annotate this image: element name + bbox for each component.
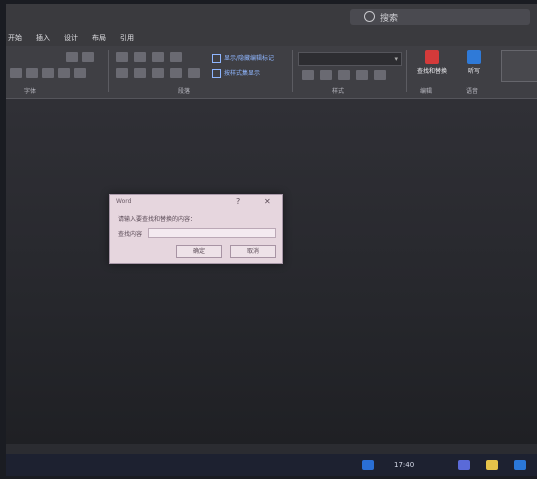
ribbon-divider: [292, 50, 293, 92]
group-label-voice: 语音: [466, 88, 479, 95]
tab-layout[interactable]: 布局: [92, 33, 106, 42]
style-set-option[interactable]: 按样式集显示: [212, 68, 260, 78]
title-bar: 搜索: [6, 4, 537, 30]
taskbar: 17:40: [6, 454, 537, 476]
bold-button[interactable]: [26, 68, 38, 78]
search-input[interactable]: 搜索: [350, 9, 530, 25]
dictate-button[interactable]: 听写: [452, 50, 496, 75]
search-placeholder: 搜索: [380, 14, 399, 24]
find-replace-icon: [425, 50, 439, 64]
file-explorer-icon[interactable]: [486, 460, 498, 470]
cancel-button[interactable]: 取消: [230, 245, 276, 258]
dialog-input[interactable]: [148, 228, 276, 238]
italic-button[interactable]: [42, 68, 54, 78]
group-label-paragraph: 段落: [178, 88, 191, 95]
numbering-button[interactable]: [134, 52, 146, 62]
align-left-button[interactable]: [116, 68, 128, 78]
chevron-down-icon: ▾: [394, 55, 398, 63]
group-label-font: 字体: [24, 88, 37, 95]
windows-start-icon[interactable]: [362, 460, 374, 470]
show-edit-marks-option[interactable]: 显示/隐藏编辑标记: [212, 53, 274, 63]
ribbon-panel: [501, 50, 537, 82]
ok-button[interactable]: 确定: [176, 245, 222, 258]
style-button[interactable]: [374, 70, 386, 80]
find-replace-button[interactable]: 查找和替换: [410, 50, 454, 75]
ribbon: 字体 显示/隐藏编辑标记 按样式集显示 段落 ▾ 样式 查找和替换 编辑 听写 …: [6, 46, 537, 99]
underline-button[interactable]: [58, 68, 70, 78]
tab-home[interactable]: 开始: [8, 33, 22, 42]
menu-bar: 开始 插入 设计 布局 引用: [6, 30, 537, 46]
clock: 17:40: [394, 461, 415, 469]
style-button[interactable]: [356, 70, 368, 80]
shrink-font-button[interactable]: [82, 52, 94, 62]
teams-icon[interactable]: [458, 460, 470, 470]
dictate-icon: [467, 50, 481, 64]
tab-references[interactable]: 引用: [120, 33, 134, 42]
close-icon[interactable]: ✕: [264, 197, 271, 206]
help-icon[interactable]: ?: [236, 197, 240, 206]
word-icon[interactable]: [514, 460, 526, 470]
dialog-field-label: 查找内容: [118, 231, 143, 238]
tab-design[interactable]: 设计: [64, 33, 78, 42]
justify-button[interactable]: [170, 68, 182, 78]
style-button[interactable]: [320, 70, 332, 80]
align-center-button[interactable]: [134, 68, 146, 78]
indent-button[interactable]: [152, 52, 164, 62]
search-icon: [364, 11, 375, 22]
group-label-editing: 编辑: [420, 88, 433, 95]
checkbox-icon: [212, 54, 221, 63]
document-area[interactable]: [6, 99, 537, 444]
sort-button[interactable]: [170, 52, 182, 62]
dialog-message: 请输入要查找和替换的内容：: [118, 216, 197, 223]
group-label-styles: 样式: [332, 88, 345, 95]
ribbon-divider: [108, 50, 109, 92]
ribbon-divider: [406, 50, 407, 92]
find-replace-dialog: Word ? ✕ 请输入要查找和替换的内容： 查找内容 确定 取消: [109, 194, 283, 264]
styles-dropdown[interactable]: ▾: [298, 52, 402, 66]
checkbox-icon: [212, 69, 221, 78]
tab-insert[interactable]: 插入: [36, 33, 50, 42]
font-color-button[interactable]: [74, 68, 86, 78]
monitor-screen: 搜索 开始 插入 设计 布局 引用 字体 显示/隐藏编辑标记 按样式集显示 段落…: [6, 4, 537, 476]
align-right-button[interactable]: [152, 68, 164, 78]
grow-font-button[interactable]: [66, 52, 78, 62]
style-button[interactable]: [338, 70, 350, 80]
bullets-button[interactable]: [116, 52, 128, 62]
line-spacing-button[interactable]: [188, 68, 200, 78]
dialog-title: Word: [116, 198, 132, 205]
font-size-button[interactable]: [10, 68, 22, 78]
style-button[interactable]: [302, 70, 314, 80]
